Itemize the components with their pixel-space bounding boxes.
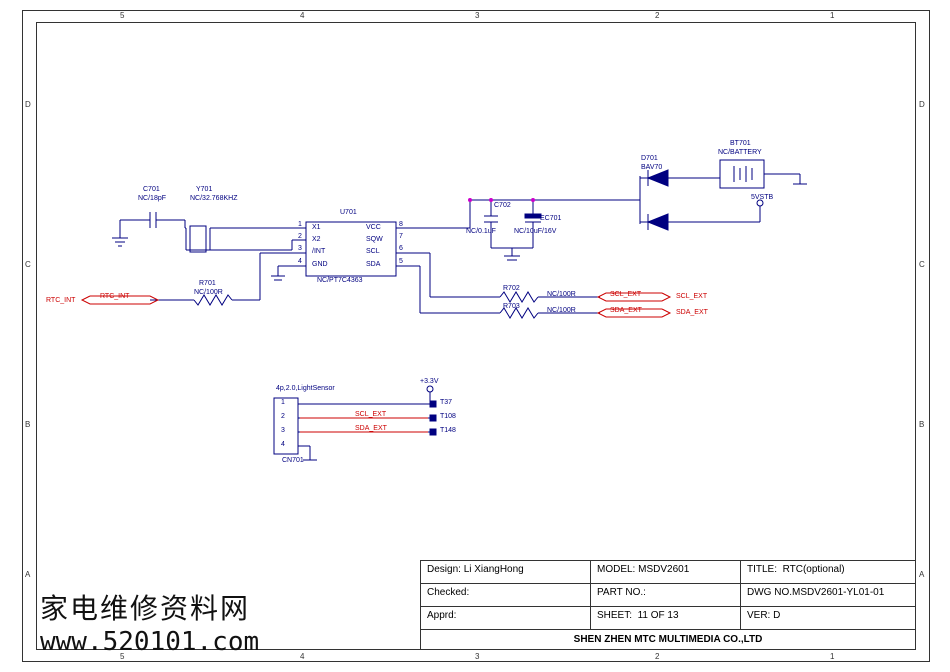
- tb-design: Design: Li XiangHong: [421, 561, 591, 583]
- r703-val: NC/100R: [547, 307, 576, 314]
- port-sda-ext: SDA_EXT: [610, 307, 642, 314]
- port-scl-ext: SCL_EXT: [610, 291, 641, 298]
- tb-title: TITLE: RTC(optional): [741, 561, 915, 583]
- cn701-p3: 3: [281, 427, 285, 434]
- u701-n3: 3: [298, 245, 302, 252]
- ls-net-scl: SCL_EXT: [355, 411, 386, 418]
- cn701-p1: 1: [281, 399, 285, 406]
- bt701-ref: BT701: [730, 140, 751, 147]
- u701-n1: 1: [298, 221, 302, 228]
- tb-footer: SHEN ZHEN MTC MULTIMEDIA CO.,LTD: [421, 630, 915, 645]
- u701-pinl1: X1: [312, 224, 321, 231]
- c702-val: NC/0.1uF: [466, 228, 496, 235]
- ec701-ref: EC701: [540, 215, 561, 222]
- r703-ref: R703: [503, 303, 520, 310]
- tb-sheet: SHEET: 11 OF 13: [591, 607, 741, 629]
- c702-ref: C702: [494, 202, 511, 209]
- u701-n8: 8: [399, 221, 403, 228]
- tp-t108: T108: [440, 413, 456, 420]
- tb-model: MODEL: MSDV2601: [591, 561, 741, 583]
- tp-t148: T148: [440, 427, 456, 434]
- tb-dwg: DWG NO.MSDV2601-YL01-01: [741, 584, 915, 606]
- u701-pinr3: SCL: [366, 248, 380, 255]
- c701-val: NC/18pF: [138, 195, 166, 202]
- tb-ver: VER: D: [741, 607, 915, 629]
- y701-val: NC/32.768KHZ: [190, 195, 237, 202]
- ec701-val: NC/10uF/16V: [514, 228, 556, 235]
- u701-n6: 6: [399, 245, 403, 252]
- d701-ref: D701: [641, 155, 658, 162]
- bt701-val: NC/BATTERY: [718, 149, 762, 156]
- tp-t37: T37: [440, 399, 452, 406]
- tb-apprd: Apprd:: [421, 607, 591, 629]
- u701-pinl3: /INT: [312, 248, 325, 255]
- r701-val: NC/100R: [194, 289, 223, 296]
- cn701-ref: CN701: [282, 457, 304, 464]
- u701-n2: 2: [298, 233, 302, 240]
- u701-pinl4: GND: [312, 261, 328, 268]
- r702-ref: R702: [503, 285, 520, 292]
- net-rtc-int-port: RTC_INT: [100, 293, 129, 300]
- cn701-p4: 4: [281, 441, 285, 448]
- c701-ref: C701: [143, 186, 160, 193]
- u701-pinr2: SQW: [366, 236, 383, 243]
- y701-ref: Y701: [196, 186, 212, 193]
- u701-val: NC/PT7C4363: [317, 277, 363, 284]
- pwr-3v3: +3.3V: [420, 378, 439, 385]
- net-sda-ext: SDA_EXT: [676, 309, 708, 316]
- u701-pinr4: SDA: [366, 261, 380, 268]
- d701-val: BAV70: [641, 164, 662, 171]
- title-block: Design: Li XiangHong MODEL: MSDV2601 TIT…: [420, 560, 915, 649]
- u701-n5: 5: [399, 258, 403, 265]
- net-rtc-int: RTC_INT: [46, 297, 75, 304]
- u701-ref: U701: [340, 209, 357, 216]
- pwr-5vstb: 5VSTB: [751, 194, 773, 201]
- tb-partno: PART NO.:: [591, 584, 741, 606]
- r702-val: NC/100R: [547, 291, 576, 298]
- u701-n4: 4: [298, 258, 302, 265]
- r701-ref: R701: [199, 280, 216, 287]
- u701-n7: 7: [399, 233, 403, 240]
- watermark: 家电维修资料网 www.520101.com: [40, 587, 259, 657]
- watermark-cn: 家电维修资料网: [40, 587, 259, 627]
- tb-checked: Checked:: [421, 584, 591, 606]
- cn701-header: 4p,2.0,LightSensor: [276, 385, 335, 392]
- net-scl-ext: SCL_EXT: [676, 293, 707, 300]
- u701-pinr1: VCC: [366, 224, 381, 231]
- u701-pinl2: X2: [312, 236, 321, 243]
- cn701-p2: 2: [281, 413, 285, 420]
- ls-net-sda: SDA_EXT: [355, 425, 387, 432]
- watermark-url: www.520101.com: [40, 627, 259, 657]
